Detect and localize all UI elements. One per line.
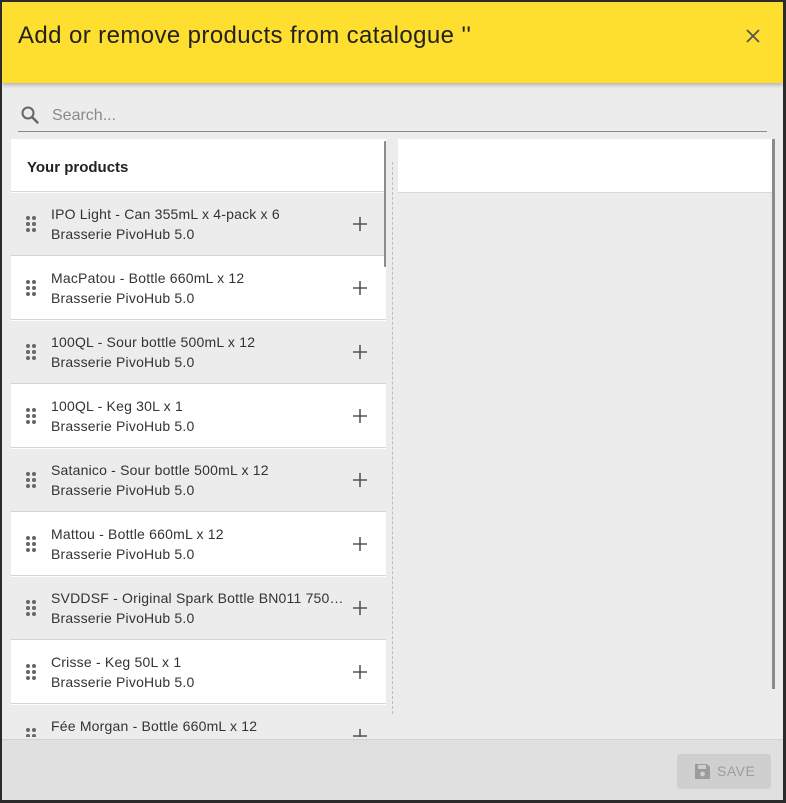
add-product-button[interactable] — [352, 600, 368, 616]
search-input[interactable] — [50, 103, 754, 129]
plus-icon — [353, 665, 367, 679]
drag-handle-icon[interactable] — [25, 727, 37, 737]
product-name: SVDDSF - Original Spark Bottle BN011 750… — [51, 590, 346, 606]
drag-handle-icon[interactable] — [25, 279, 37, 297]
plus-icon — [353, 473, 367, 487]
modal-footer: SAVE — [2, 739, 783, 800]
product-row[interactable]: Mattou - Bottle 660mL x 12 Brasserie Pivo… — [11, 513, 386, 576]
drag-handle-icon[interactable] — [25, 535, 37, 553]
product-brewery: Brasserie PivoHub 5.0 — [51, 674, 195, 690]
plus-icon — [353, 345, 367, 359]
add-product-button[interactable] — [352, 408, 368, 424]
plus-icon — [353, 281, 367, 295]
product-row[interactable]: 100QL - Keg 30L x 1 Brasserie PivoHub 5.0 — [11, 385, 386, 448]
close-icon — [746, 29, 760, 43]
right-scrollbar[interactable] — [772, 139, 775, 689]
modal-title: Add or remove products from catalogue '' — [18, 22, 472, 49]
drag-handle-icon[interactable] — [25, 407, 37, 425]
add-product-button[interactable] — [352, 664, 368, 680]
catalogue-modal: Add or remove products from catalogue ''… — [2, 2, 783, 800]
product-name: Crisse - Keg 50L x 1 — [51, 654, 182, 670]
plus-icon — [353, 217, 367, 231]
close-button[interactable] — [741, 24, 765, 48]
add-product-button[interactable] — [352, 728, 368, 737]
plus-icon — [353, 409, 367, 423]
drag-handle-icon[interactable] — [25, 663, 37, 681]
product-row[interactable]: Fée Morgan - Bottle 660mL x 12 — [11, 705, 386, 737]
drag-handle-icon[interactable] — [25, 215, 37, 233]
product-name: Fée Morgan - Bottle 660mL x 12 — [51, 718, 258, 734]
product-row[interactable]: 100QL - Sour bottle 500mL x 12 Brasserie … — [11, 321, 386, 384]
save-button[interactable]: SAVE — [677, 754, 771, 789]
product-name: Satanico - Sour bottle 500mL x 12 — [51, 462, 269, 478]
product-brewery: Brasserie PivoHub 5.0 — [51, 226, 195, 242]
product-name: Mattou - Bottle 660mL x 12 — [51, 526, 224, 542]
your-products-panel: Your products IPO Light - Can 355mL x 4-… — [11, 139, 386, 737]
product-row[interactable]: SVDDSF - Original Spark Bottle BN011 750… — [11, 577, 386, 640]
add-product-button[interactable] — [352, 472, 368, 488]
search-icon — [21, 106, 39, 124]
drag-handle-icon[interactable] — [25, 599, 37, 617]
floppy-disk-icon — [695, 764, 710, 779]
product-brewery: Brasserie PivoHub 5.0 — [51, 290, 195, 306]
product-brewery: Brasserie PivoHub 5.0 — [51, 482, 195, 498]
add-product-button[interactable] — [352, 216, 368, 232]
drag-handle-icon[interactable] — [25, 343, 37, 361]
add-product-button[interactable] — [352, 344, 368, 360]
product-name: 100QL - Keg 30L x 1 — [51, 398, 183, 414]
product-row[interactable]: Crisse - Keg 50L x 1 Brasserie PivoHub 5.… — [11, 641, 386, 704]
catalogue-products-panel — [398, 139, 772, 193]
product-row[interactable]: Satanico - Sour bottle 500mL x 12 Brasser… — [11, 449, 386, 512]
product-brewery: Brasserie PivoHub 5.0 — [51, 418, 195, 434]
product-row[interactable]: MacPatou - Bottle 660mL x 12 Brasserie Pi… — [11, 257, 386, 320]
product-brewery: Brasserie PivoHub 5.0 — [51, 354, 195, 370]
product-name: IPO Light - Can 355mL x 4-pack x 6 — [51, 206, 280, 222]
add-product-button[interactable] — [352, 280, 368, 296]
product-brewery: Brasserie PivoHub 5.0 — [51, 546, 195, 562]
modal-header: Add or remove products from catalogue '' — [2, 2, 783, 83]
product-row[interactable]: IPO Light - Can 355mL x 4-pack x 6 Brasse… — [11, 193, 386, 256]
left-scrollbar[interactable] — [384, 141, 386, 267]
panel-divider — [392, 162, 393, 714]
search-bar — [18, 99, 767, 132]
save-label: SAVE — [717, 763, 756, 779]
plus-icon — [353, 729, 367, 737]
product-name: MacPatou - Bottle 660mL x 12 — [51, 270, 245, 286]
product-name: 100QL - Sour bottle 500mL x 12 — [51, 334, 256, 350]
product-brewery: Brasserie PivoHub 5.0 — [51, 610, 195, 626]
drag-handle-icon[interactable] — [25, 471, 37, 489]
your-products-header: Your products — [11, 139, 386, 192]
plus-icon — [353, 537, 367, 551]
your-products-title: Your products — [27, 159, 129, 176]
plus-icon — [353, 601, 367, 615]
add-product-button[interactable] — [352, 536, 368, 552]
